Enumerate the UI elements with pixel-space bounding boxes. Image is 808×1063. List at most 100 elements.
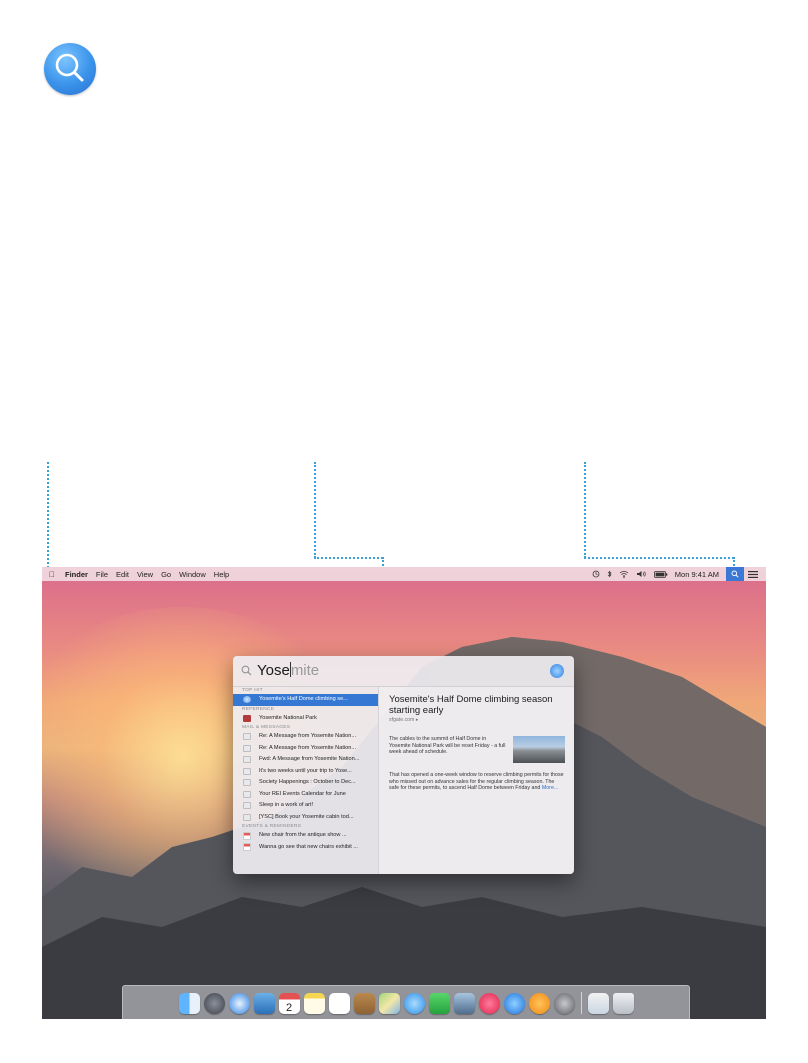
apple-icon[interactable]:  bbox=[49, 570, 55, 579]
spotlight-search-field[interactable]: Yosemite bbox=[233, 656, 574, 687]
desktop-screen:  Finder File Edit View Go Window Help M… bbox=[42, 567, 766, 1019]
menu-finder[interactable]: Finder bbox=[65, 570, 88, 579]
facetime-icon[interactable] bbox=[428, 992, 450, 1014]
menu-window[interactable]: Window bbox=[179, 570, 206, 579]
mail-icon bbox=[243, 802, 251, 810]
menu-go[interactable]: Go bbox=[161, 570, 171, 579]
system-preferences-icon[interactable] bbox=[553, 992, 575, 1014]
mail-icon[interactable] bbox=[253, 992, 275, 1014]
result-label: Fwd: A Message from Yosemite Nation... bbox=[259, 756, 360, 762]
mail-icon bbox=[243, 813, 251, 821]
preview-source[interactable]: sfgate.com ▸ bbox=[389, 717, 418, 723]
clock[interactable]: Mon 9:41 AM bbox=[675, 570, 719, 579]
result-mail[interactable]: Re: A Message from Yosemite Nation... bbox=[233, 731, 378, 743]
result-mail[interactable]: [YSC] Book your Yosemite cabin tod... bbox=[233, 812, 378, 824]
dictionary-icon bbox=[243, 714, 251, 722]
menu-edit[interactable]: Edit bbox=[116, 570, 129, 579]
menu-help[interactable]: Help bbox=[214, 570, 229, 579]
query-completion: mite bbox=[290, 662, 320, 679]
mail-icon bbox=[243, 733, 251, 741]
launchpad-icon[interactable] bbox=[203, 992, 225, 1014]
spotlight-logo-icon bbox=[44, 43, 96, 95]
section-top-hit: TOP HIT bbox=[242, 688, 263, 693]
wifi-icon[interactable] bbox=[619, 570, 629, 578]
battery-icon[interactable] bbox=[653, 570, 668, 578]
mail-icon bbox=[243, 756, 251, 764]
preview-icon[interactable] bbox=[587, 992, 609, 1014]
search-icon bbox=[731, 570, 739, 578]
result-event[interactable]: New chair from the antique show ... bbox=[233, 830, 378, 842]
itunes-icon[interactable] bbox=[478, 992, 500, 1014]
more-link[interactable]: More... bbox=[542, 785, 558, 791]
callout-line-right bbox=[584, 462, 586, 558]
mail-icon bbox=[243, 790, 251, 798]
spotlight-window: Yosemite TOP HIT Yosemite's Half Dome cl… bbox=[233, 656, 574, 874]
result-event[interactable]: Wanna go see that new chairs exhibit ... bbox=[233, 842, 378, 854]
messages-icon[interactable] bbox=[403, 992, 425, 1014]
preview-title: Yosemite's Half Dome climbing season sta… bbox=[389, 694, 553, 716]
query-typed: Yose bbox=[257, 662, 290, 679]
dock-separator bbox=[580, 992, 582, 1014]
result-label: It's two weeks until your trip to Yose..… bbox=[259, 767, 352, 774]
result-mail[interactable]: Your REI Events Calendar for June bbox=[233, 789, 378, 801]
result-mail[interactable]: Fwd: A Message from Yosemite Nation... bbox=[233, 754, 378, 766]
calendar-icon bbox=[243, 831, 251, 840]
result-label: Society Happenings : October to Dec... bbox=[259, 779, 356, 785]
ibooks-icon[interactable] bbox=[528, 992, 550, 1014]
dock: 2 bbox=[122, 985, 690, 1019]
menu-file[interactable]: File bbox=[96, 570, 108, 579]
result-label: New chair from the antique show ... bbox=[259, 832, 347, 838]
photos-icon[interactable] bbox=[453, 992, 475, 1014]
preview-paragraph-1: The cables to the summit of Half Dome in… bbox=[389, 736, 506, 756]
preview-source-label: sfgate.com bbox=[389, 717, 415, 723]
finder-icon[interactable] bbox=[178, 992, 200, 1014]
result-top-hit[interactable]: Yosemite's Half Dome climbing se... bbox=[233, 694, 378, 706]
menu-view[interactable]: View bbox=[137, 570, 153, 579]
bluetooth-icon[interactable] bbox=[607, 570, 612, 578]
magnifier-glyph bbox=[55, 53, 84, 82]
result-label: Wanna go see that new chairs exhibit ... bbox=[259, 843, 358, 850]
result-mail[interactable]: It's two weeks until your trip to Yose..… bbox=[233, 766, 378, 778]
trash-icon[interactable] bbox=[612, 992, 634, 1014]
result-label: Re: A Message from Yosemite Nation... bbox=[259, 744, 357, 751]
callout-line-middle-horizontal bbox=[314, 557, 383, 559]
result-label: Yosemite National Park bbox=[259, 714, 317, 721]
app-store-icon[interactable] bbox=[503, 992, 525, 1014]
volume-icon[interactable] bbox=[636, 570, 647, 578]
time-machine-icon[interactable] bbox=[592, 570, 600, 578]
calendar-icon[interactable]: 2 bbox=[278, 992, 300, 1014]
preview-paragraph-2-text: That has opened a one-week window to res… bbox=[389, 772, 564, 792]
result-mail[interactable]: Society Happenings : October to Dec... bbox=[233, 777, 378, 789]
result-label: Your REI Events Calendar for June bbox=[259, 790, 346, 797]
safari-icon[interactable] bbox=[228, 992, 250, 1014]
calendar-icon bbox=[243, 843, 251, 852]
section-events: EVENTS & REMINDERS bbox=[242, 824, 302, 829]
section-reference: REFERENCE bbox=[242, 706, 275, 712]
menu-bar-status: Mon 9:41 AM bbox=[592, 567, 766, 581]
spotlight-query[interactable]: Yosemite bbox=[257, 662, 319, 679]
mail-icon bbox=[243, 779, 251, 787]
result-label: Yosemite's Half Dome climbing se... bbox=[259, 696, 348, 702]
spotlight-preview: Yosemite's Half Dome climbing season sta… bbox=[378, 687, 574, 874]
spotlight-menu-button[interactable] bbox=[726, 567, 744, 581]
safari-icon bbox=[550, 664, 564, 678]
reminders-icon[interactable] bbox=[328, 992, 350, 1014]
mail-icon bbox=[243, 744, 251, 752]
notes-icon[interactable] bbox=[303, 992, 325, 1014]
half-dome-thumbnail bbox=[513, 736, 565, 763]
contacts-icon[interactable] bbox=[353, 992, 375, 1014]
spotlight-results-list: TOP HIT Yosemite's Half Dome climbing se… bbox=[233, 687, 378, 874]
result-reference[interactable]: Yosemite National Park bbox=[233, 713, 378, 725]
mail-icon bbox=[243, 767, 251, 775]
result-label: [YSC] Book your Yosemite cabin tod... bbox=[259, 813, 354, 820]
safari-icon bbox=[243, 696, 251, 704]
maps-icon[interactable] bbox=[378, 992, 400, 1014]
result-label: Re: A Message from Yosemite Nation... bbox=[259, 733, 357, 739]
result-mail[interactable]: Sleep in a work of art! bbox=[233, 800, 378, 812]
callout-line-right-horizontal bbox=[584, 557, 734, 559]
preview-paragraph-2: That has opened a one-week window to res… bbox=[389, 772, 565, 792]
callout-line-middle bbox=[314, 462, 316, 558]
section-mail: MAIL & MESSAGES bbox=[242, 725, 291, 730]
result-mail[interactable]: Re: A Message from Yosemite Nation... bbox=[233, 743, 378, 755]
notification-center-icon[interactable] bbox=[748, 570, 758, 578]
